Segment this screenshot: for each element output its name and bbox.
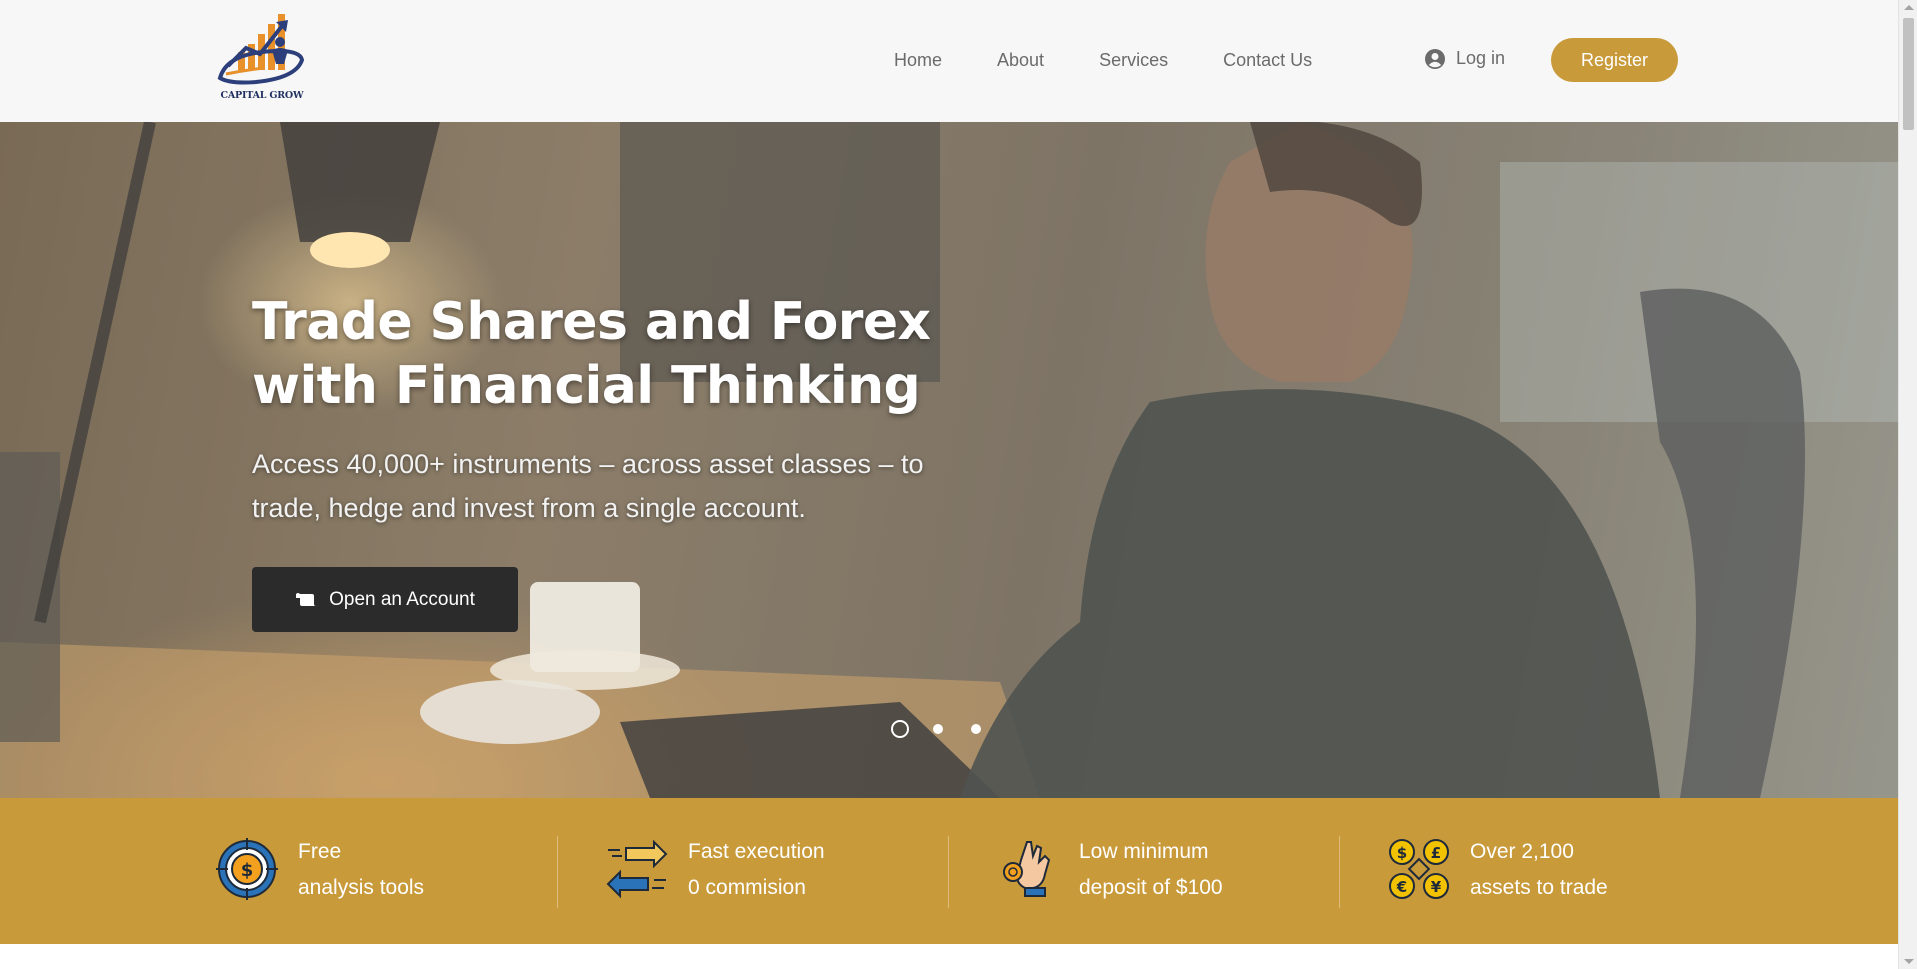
hero-subtitle-line2: trade, hedge and invest from a single ac… [252, 493, 806, 523]
feature-low-deposit: Low minimum deposit of $100 [997, 838, 1223, 908]
carousel-dot-2[interactable] [933, 724, 943, 734]
feature-assets: $ £ € ¥ Over 2,100 assets to trade [1388, 838, 1608, 908]
hand-coin-icon [1003, 841, 1051, 897]
feature-1-line1: Free [298, 840, 342, 863]
brand-logo[interactable]: CAPITAL GROW [216, 12, 308, 108]
nav-contact-us[interactable]: Contact Us [1223, 50, 1312, 71]
carousel-dot-3[interactable] [971, 724, 981, 734]
nav-services[interactable]: Services [1099, 50, 1168, 71]
feature-assets-text: Over 2,100 assets to trade [1470, 834, 1608, 906]
scroll-up-arrow-icon[interactable] [1904, 5, 1914, 10]
feature-analysis-text: Free analysis tools [298, 834, 424, 906]
feature-divider [1339, 836, 1340, 908]
page: CAPITAL GROW Home About Services Contact… [0, 0, 1917, 969]
feature-execution-text: Fast execution 0 commision [688, 834, 825, 906]
feature-3-line1: Low minimum [1079, 840, 1209, 863]
hero-title-line2: with Financial Thinking [252, 356, 921, 416]
nav-about[interactable]: About [997, 50, 1044, 71]
page-scrollbar[interactable] [1898, 0, 1917, 969]
hero-title-line1: Trade Shares and Forex [252, 292, 931, 352]
currencies-icon: $ £ € ¥ [1389, 839, 1449, 899]
login-label: Log in [1456, 48, 1506, 68]
feature-fast-execution: Fast execution 0 commision [606, 838, 825, 908]
feature-4-line2: assets to trade [1470, 876, 1608, 899]
logo-graphic [217, 14, 305, 85]
svg-text:€: € [1396, 878, 1407, 896]
svg-text:¥: ¥ [1431, 878, 1442, 896]
feature-2-line1: Fast execution [688, 840, 825, 863]
hero-subtitle-line1: Access 40,000+ instruments – across asse… [252, 449, 924, 479]
logo-text: CAPITAL GROW [220, 90, 304, 101]
register-button[interactable]: Register [1551, 38, 1678, 82]
feature-analysis-tools: $ Free analysis tools [216, 838, 424, 908]
user-icon [1425, 48, 1445, 69]
svg-text:$: $ [1397, 844, 1407, 862]
scrollbar-thumb[interactable] [1903, 18, 1914, 130]
nav-home[interactable]: Home [894, 50, 942, 71]
svg-text:£: £ [1431, 844, 1441, 862]
feature-divider [557, 836, 558, 908]
features-strip: $ Free analysis tools Fast execution 0 c… [0, 798, 1898, 944]
feature-divider [948, 836, 949, 908]
login-link[interactable]: Log in [1425, 48, 1505, 69]
main-nav: Home About Services Contact Us [894, 0, 1312, 120]
scroll-down-arrow-icon[interactable] [1904, 959, 1914, 964]
scroll-icon [296, 592, 317, 606]
target-dollar-icon: $ [216, 838, 278, 900]
hero-title: Trade Shares and Forex with Financial Th… [252, 290, 1052, 418]
carousel-dot-1[interactable] [891, 720, 909, 738]
feature-2-line2: 0 commision [688, 876, 806, 899]
hero-banner: Trade Shares and Forex with Financial Th… [0, 122, 1898, 798]
hero-subtitle: Access 40,000+ instruments – across asse… [252, 442, 1072, 530]
feature-1-line2: analysis tools [298, 876, 425, 899]
feature-deposit-text: Low minimum deposit of $100 [1079, 834, 1223, 906]
site-header: CAPITAL GROW Home About Services Contact… [0, 0, 1898, 122]
open-account-button[interactable]: Open an Account [252, 567, 518, 632]
open-account-label: Open an Account [329, 588, 475, 610]
feature-3-line2: deposit of $100 [1079, 876, 1223, 899]
svg-text:$: $ [241, 860, 254, 881]
carousel-dots [891, 720, 1009, 738]
feature-4-line1: Over 2,100 [1470, 840, 1574, 863]
arrows-exchange-icon [606, 839, 668, 899]
